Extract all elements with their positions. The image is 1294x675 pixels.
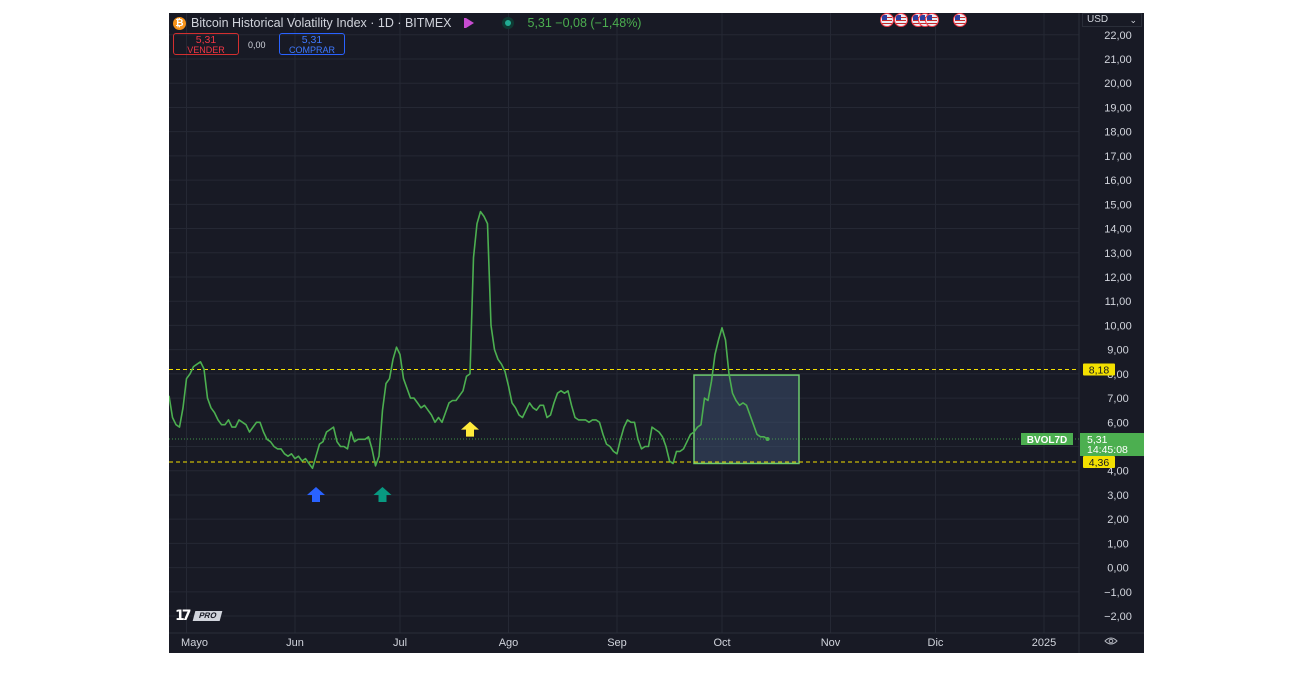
y-tick-label: 13,00: [1104, 248, 1132, 260]
x-tick-label: Mayo: [181, 637, 208, 649]
tv-logo-mark: 17: [175, 608, 192, 624]
symbol-title[interactable]: Bitcoin Historical Volatility Index · 1D…: [191, 16, 452, 30]
currency-label: USD: [1087, 14, 1109, 25]
y-tick-label: 3,00: [1107, 490, 1128, 502]
y-tick-label: 15,00: [1104, 199, 1132, 211]
chevron-down-icon: ⌄: [1129, 15, 1137, 25]
level-price-label: 4,36: [1089, 457, 1110, 469]
y-tick-label: 17,00: [1104, 151, 1132, 163]
y-tick-label: 14,00: [1104, 224, 1132, 236]
y-tick-label: 6,00: [1107, 417, 1128, 429]
bitcoin-icon: ₿: [173, 16, 186, 30]
arrow-up-icon: [461, 421, 479, 437]
tradingview-logo[interactable]: 17 PRO: [175, 608, 224, 624]
y-tick-label: 11,00: [1105, 296, 1132, 308]
y-tick-label: 12,00: [1104, 272, 1132, 284]
us-flag-event-icon[interactable]: [893, 13, 908, 27]
last-point-marker: [765, 437, 770, 442]
y-tick-label: 20,00: [1104, 78, 1132, 90]
y-tick-label: 2,00: [1107, 514, 1128, 526]
x-tick-label: Oct: [713, 637, 730, 649]
buy-button[interactable]: 5,31 COMPRAR: [279, 33, 345, 55]
y-tick-label: 0,00: [1107, 563, 1128, 575]
x-tick-label: 2025: [1032, 637, 1056, 649]
y-tick-label: 10,00: [1104, 320, 1132, 332]
y-tick-label: 19,00: [1104, 102, 1132, 114]
y-tick-label: 9,00: [1107, 345, 1128, 357]
currency-select[interactable]: USD ⌄: [1082, 13, 1142, 27]
y-tick-label: −2,00: [1104, 611, 1132, 623]
x-tick-label: Jun: [286, 637, 304, 649]
level-price-label: 8,18: [1089, 365, 1110, 377]
countdown-label: 14:45:08: [1087, 444, 1128, 456]
y-tick-label: 16,00: [1104, 175, 1132, 187]
sell-price: 5,31: [195, 34, 217, 46]
arrow-up-icon: [373, 486, 392, 502]
y-tick-label: 7,00: [1107, 393, 1128, 405]
series-name-label: BVOL7D: [1027, 435, 1068, 446]
chart-header: ₿ Bitcoin Historical Volatility Index · …: [173, 15, 641, 31]
x-tick-label: Ago: [499, 637, 519, 649]
y-tick-label: 21,00: [1104, 54, 1132, 66]
pro-badge: PRO: [193, 611, 224, 621]
status-dot-icon: [501, 17, 514, 29]
us-flag-event-icon[interactable]: [879, 13, 894, 27]
us-flag-event-icon[interactable]: [953, 13, 967, 27]
y-tick-label: 22,00: [1104, 30, 1132, 42]
x-tick-label: Dic: [928, 637, 944, 649]
chart-canvas[interactable]: −2,00−1,000,001,002,003,004,005,006,007,…: [169, 13, 1144, 653]
sell-button[interactable]: 5,31 VENDER: [173, 33, 239, 55]
price-change: 5,31 −0,08 (−1,48%): [527, 16, 642, 30]
flag-icon[interactable]: [463, 18, 474, 28]
y-tick-label: 18,00: [1104, 127, 1132, 139]
buy-price: 5,31: [301, 34, 323, 46]
x-tick-label: Jul: [393, 637, 407, 649]
spread-value: 0,00: [248, 40, 266, 50]
sell-label: VENDER: [187, 45, 225, 55]
y-tick-label: 1,00: [1107, 538, 1128, 550]
settings-icon[interactable]: [1104, 636, 1118, 646]
x-tick-label: Nov: [821, 637, 841, 649]
x-tick-label: Sep: [607, 637, 627, 649]
y-tick-label: −1,00: [1104, 587, 1132, 599]
arrow-up-icon: [307, 486, 325, 502]
us-flag-event-icon[interactable]: [925, 13, 939, 27]
chart-frame[interactable]: −2,00−1,000,001,002,003,004,005,006,007,…: [169, 13, 1144, 653]
buy-label: COMPRAR: [288, 45, 335, 55]
